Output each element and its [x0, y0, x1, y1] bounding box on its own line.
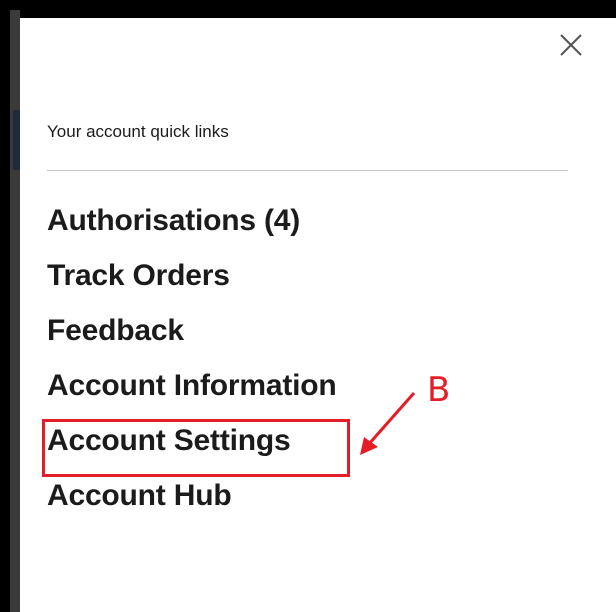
close-button[interactable]	[554, 28, 588, 62]
quick-links-list: Authorisations (4) Track Orders Feedback…	[47, 200, 337, 530]
annotation-highlight-box	[42, 419, 350, 477]
background-window-accent	[13, 110, 20, 170]
divider	[47, 170, 568, 171]
background-window-edge	[10, 10, 20, 612]
link-track-orders[interactable]: Track Orders	[47, 255, 337, 310]
close-icon	[560, 34, 582, 56]
annotation-label: B	[427, 370, 451, 410]
annotation-arrow-icon	[360, 392, 416, 455]
link-account-hub[interactable]: Account Hub	[47, 475, 337, 530]
link-feedback[interactable]: Feedback	[47, 310, 337, 365]
panel-heading: Your account quick links	[47, 122, 229, 141]
link-account-information[interactable]: Account Information	[47, 365, 337, 420]
link-authorisations[interactable]: Authorisations (4)	[47, 200, 337, 255]
screenshot-frame: Your account quick links Authorisations …	[0, 0, 616, 612]
